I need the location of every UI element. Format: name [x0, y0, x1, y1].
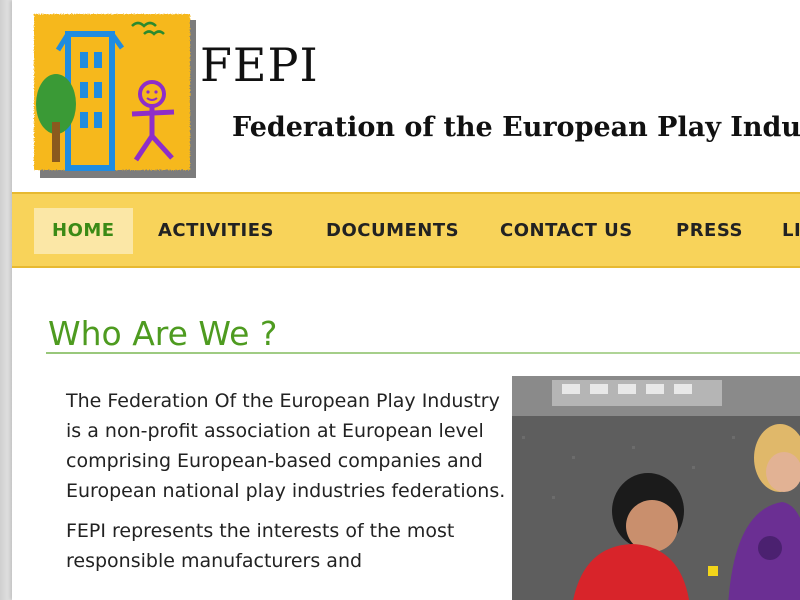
- site-subtitle: Federation of the European Play Industry: [232, 112, 800, 143]
- nav-item-home[interactable]: HOME: [34, 208, 133, 254]
- nav-item-documents[interactable]: DOCUMENTS: [308, 208, 477, 254]
- children-playing-photo: [512, 376, 800, 600]
- fepi-logo-icon[interactable]: [28, 12, 200, 182]
- nav-item-press[interactable]: PRESS: [658, 208, 761, 254]
- nav-item-activities[interactable]: ACTIVITIES: [140, 208, 292, 254]
- site-header: FEPI Federation of the European Play Ind…: [12, 0, 800, 190]
- site-title[interactable]: FEPI: [200, 38, 319, 92]
- browser-left-edge: [0, 0, 12, 600]
- section-title-divider: [46, 352, 800, 354]
- nav-item-links[interactable]: LI: [764, 208, 800, 254]
- intro-text: The Federation Of the European Play Indu…: [66, 386, 516, 586]
- main-navigation: HOME ACTIVITIES DOCUMENTS CONTACT US PRE…: [12, 192, 800, 268]
- section-title: Who Are We ?: [48, 314, 278, 353]
- nav-item-contact-us[interactable]: CONTACT US: [482, 208, 651, 254]
- intro-paragraph: FEPI represents the interests of the mos…: [66, 520, 455, 572]
- page: FEPI Federation of the European Play Ind…: [12, 0, 800, 600]
- intro-paragraph: The Federation Of the European Play Indu…: [66, 390, 506, 502]
